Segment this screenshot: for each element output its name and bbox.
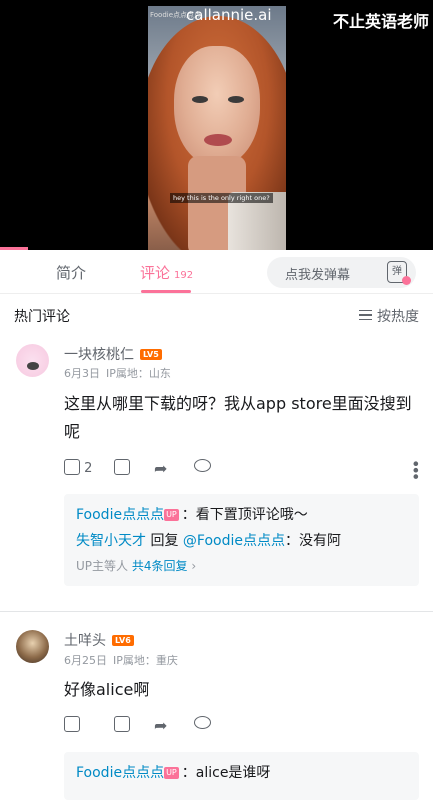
- tab-comments-label: 评论: [140, 264, 171, 282]
- comment-username[interactable]: 一块核桃仁 LV5: [64, 344, 162, 364]
- comment-date: 6月3日: [64, 367, 100, 380]
- danmaku-toggle-button[interactable]: 弹: [374, 257, 416, 288]
- hot-comments-header: 热门评论 按热度: [0, 294, 433, 334]
- comment-item: 一块核桃仁 LV5 6月3日 IP属地：山东 这里从哪里下载的呀？我从app sto…: [0, 334, 433, 611]
- reply-author[interactable]: Foodie点点点: [76, 507, 164, 523]
- comment-item: 土咩头 LV6 6月25日 IP属地：重庆 好像alice啊 ➦ Foodie点点点…: [0, 612, 433, 800]
- reply-content: 没有阿: [298, 533, 341, 549]
- like-button[interactable]: 2: [64, 459, 92, 476]
- sort-label: 按热度: [377, 309, 419, 325]
- video-player[interactable]: Foodie点点点点 callannie.ai hey this is the …: [0, 0, 433, 250]
- thumb-down-icon: [114, 716, 130, 732]
- thumb-up-icon: [64, 716, 80, 732]
- reply-author[interactable]: Foodie点点点: [76, 765, 164, 781]
- tab-bar: 简介 评论 192 点我发弹幕 弹: [0, 250, 433, 294]
- level-badge: LV5: [140, 349, 162, 360]
- comment-location: IP属地：山东: [106, 367, 171, 380]
- reply-button[interactable]: [194, 716, 211, 731]
- sort-button[interactable]: 按热度: [359, 306, 419, 326]
- video-face: [174, 46, 260, 166]
- dislike-button[interactable]: [114, 459, 130, 476]
- avatar[interactable]: [16, 630, 49, 663]
- chevron-right-icon: ›: [191, 559, 197, 573]
- comment-meta: 6月25日 IP属地：重庆: [64, 652, 184, 668]
- like-button[interactable]: [64, 716, 80, 733]
- comment-username[interactable]: 土咩头 LV6: [64, 630, 134, 650]
- video-frame: [148, 6, 286, 250]
- danmaku-input[interactable]: 点我发弹幕: [267, 257, 379, 288]
- reply-content: alice是谁呀: [195, 765, 271, 781]
- comment-location: IP属地：重庆: [113, 654, 178, 667]
- tab-active-indicator: [141, 290, 191, 293]
- reply-author[interactable]: 失智小天才: [76, 533, 146, 549]
- up-badge: UP: [164, 509, 179, 521]
- reply-icon: [194, 716, 211, 729]
- reply-item: Foodie点点点 UP ：看下置顶评论哦～: [76, 507, 308, 523]
- comment-date: 6月25日: [64, 654, 107, 667]
- tab-intro[interactable]: 简介: [56, 262, 86, 283]
- tab-comments-count: 192: [174, 270, 194, 281]
- up-badge: UP: [164, 767, 179, 779]
- video-brand: callannie.ai: [186, 6, 272, 24]
- reply-content: 看下置顶评论哦～: [195, 507, 308, 523]
- more-button[interactable]: •••: [406, 459, 425, 482]
- reply-box: Foodie点点点 UP ：alice是谁呀: [64, 752, 419, 800]
- channel-name: 不止英语老师: [332, 12, 429, 31]
- share-icon: ➦: [154, 459, 168, 478]
- more-replies-link[interactable]: UP主等人 共4条回复 ›: [76, 554, 407, 578]
- comment-actions: 2 ➦ •••: [64, 459, 425, 479]
- video-subtitle: hey this is the only right one?: [170, 193, 273, 203]
- reply-target[interactable]: @Foodie点点点: [183, 533, 285, 549]
- hot-comments-title: 热门评论: [14, 309, 70, 325]
- thumb-up-icon: [64, 459, 80, 475]
- avatar[interactable]: [16, 344, 49, 377]
- comment-meta: 6月3日 IP属地：山东: [64, 365, 177, 381]
- danmaku-check-icon: [402, 276, 411, 285]
- share-button[interactable]: ➦: [154, 716, 167, 735]
- like-count: 2: [84, 461, 93, 476]
- reply-box: Foodie点点点 UP ：看下置顶评论哦～ 失智小天才 回复 @Foodie点点点…: [64, 494, 419, 586]
- comment-actions: ➦: [64, 716, 418, 736]
- tab-comments[interactable]: 评论 192: [140, 262, 193, 283]
- dislike-button[interactable]: [114, 716, 130, 733]
- reply-item: Foodie点点点 UP ：alice是谁呀: [76, 765, 271, 781]
- comment-text: 这里从哪里下载的呀？我从app store里面没搜到呢: [64, 394, 412, 441]
- reply-button[interactable]: [194, 459, 211, 474]
- share-button[interactable]: ➦: [154, 459, 167, 478]
- reply-item: 失智小天才 回复 @Foodie点点点：没有阿: [76, 533, 341, 549]
- sort-icon: [359, 310, 372, 320]
- more-icon: •••: [406, 459, 425, 479]
- thumb-down-icon: [114, 459, 130, 475]
- share-icon: ➦: [154, 716, 168, 735]
- reply-icon: [194, 459, 211, 472]
- level-badge: LV6: [112, 635, 134, 646]
- comment-text: 好像alice啊: [64, 680, 150, 699]
